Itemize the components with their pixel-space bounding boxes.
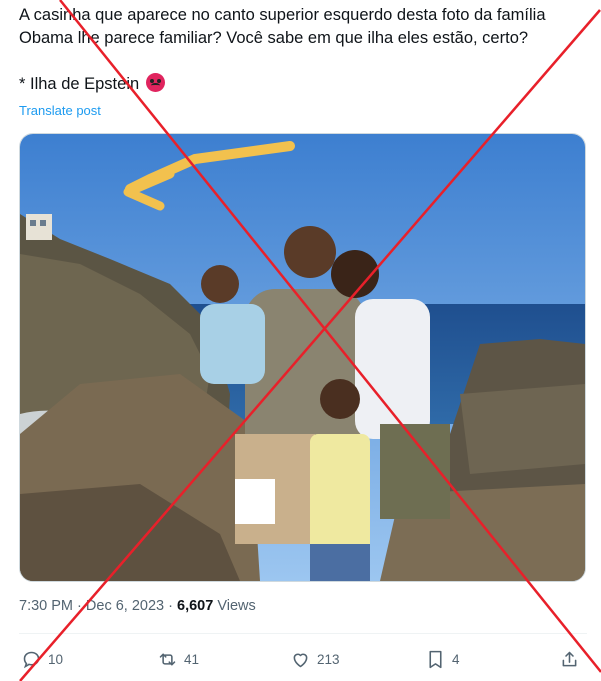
meta-separator: · bbox=[77, 598, 82, 614]
bookmark-icon bbox=[429, 650, 442, 668]
views-label: Views bbox=[217, 598, 256, 614]
share-button[interactable] bbox=[559, 645, 580, 673]
reply-count: 10 bbox=[48, 651, 64, 667]
tweet-text: A casinha que aparece no canto superior … bbox=[19, 4, 589, 96]
angry-face-icon bbox=[145, 73, 165, 92]
bookmark-button[interactable]: 4 bbox=[425, 645, 460, 673]
tweet-photo[interactable] bbox=[19, 133, 586, 582]
tweet-text-line-3-label: * Ilha de Epstein bbox=[19, 75, 140, 93]
like-button[interactable]: 213 bbox=[290, 645, 340, 673]
retweet-count: 41 bbox=[184, 651, 200, 667]
translate-post-link[interactable]: Translate post bbox=[19, 103, 101, 118]
obama-family-photo bbox=[20, 134, 585, 581]
tweet-date[interactable]: Dec 6, 2023 bbox=[86, 598, 164, 614]
heart-icon bbox=[293, 653, 308, 667]
tweet-actions: 10 41 213 4 bbox=[19, 645, 585, 673]
reply-button[interactable]: 10 bbox=[21, 645, 63, 673]
bookmark-count: 4 bbox=[452, 651, 460, 667]
divider bbox=[19, 633, 587, 634]
tweet-text-line-1: A casinha que aparece no canto superior … bbox=[19, 6, 546, 24]
meta-separator: · bbox=[168, 598, 173, 614]
reply-icon bbox=[23, 651, 40, 668]
tweet-time[interactable]: 7:30 PM bbox=[19, 598, 73, 614]
retweet-icon bbox=[159, 652, 176, 666]
tweet-text-line-2: Obama lhe parece familiar? Você sabe em … bbox=[19, 29, 529, 47]
views-count: 6,607 bbox=[177, 598, 214, 614]
tweet-meta: 7:30 PM · Dec 6, 2023 · 6,607 Views bbox=[19, 598, 256, 614]
retweet-button[interactable]: 41 bbox=[157, 645, 199, 673]
like-count: 213 bbox=[317, 651, 340, 667]
tweet-text-line-3: * Ilha de Epstein bbox=[19, 73, 589, 96]
share-icon bbox=[562, 651, 577, 666]
